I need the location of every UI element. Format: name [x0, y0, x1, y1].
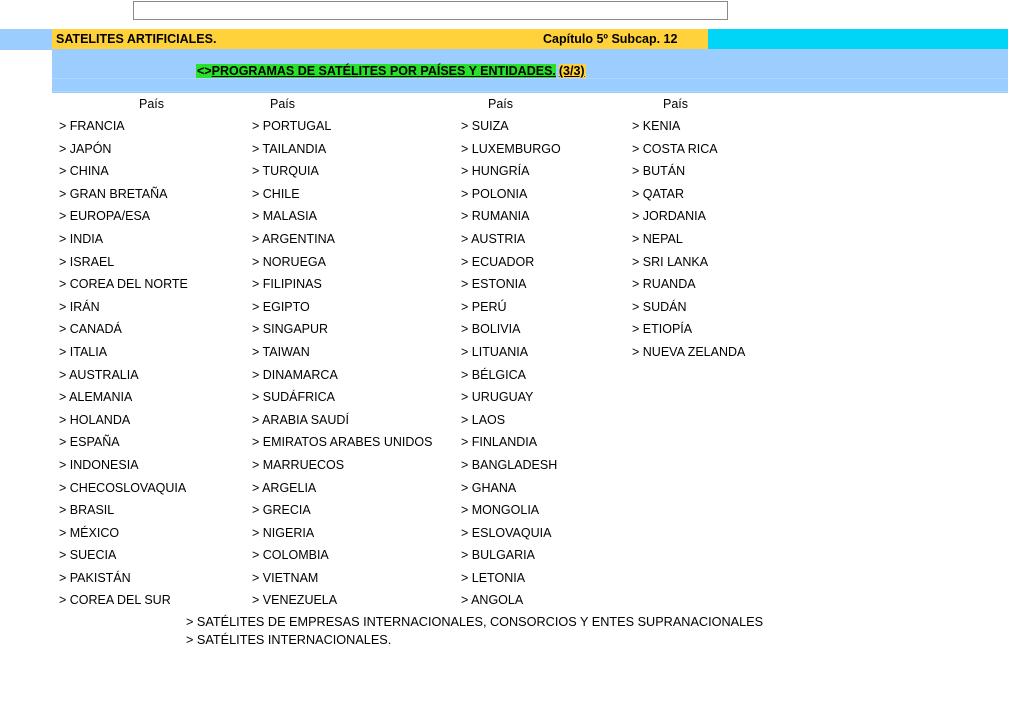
country-item[interactable]: > BANGLADESH	[461, 454, 561, 477]
footer-notes: > SATÉLITES DE EMPRESAS INTERNACIONALES,…	[186, 613, 763, 649]
country-item[interactable]: > MONGOLIA	[461, 499, 561, 522]
country-item[interactable]: > TAIWAN	[252, 341, 433, 364]
column-header-4: País	[663, 97, 689, 111]
slide-page: SATELITES ARTIFICIALES. Capítulo 5º Subc…	[0, 0, 1020, 721]
country-column-2: > PORTUGAL > TAILANDIA > TURQUIA > CHILE > M…	[252, 115, 433, 612]
banner-seam-lower	[52, 91, 1008, 92]
country-item[interactable]: > ECUADOR	[461, 251, 561, 274]
country-item[interactable]: > ARGELIA	[252, 477, 433, 500]
page-title: SATELITES ARTIFICIALES.	[56, 32, 217, 46]
country-item[interactable]: > SUECIA	[59, 544, 188, 567]
country-item[interactable]: > KENIA	[632, 115, 745, 138]
country-item[interactable]: > QATAR	[632, 183, 745, 206]
country-item[interactable]: > NEPAL	[632, 228, 745, 251]
country-item[interactable]: > POLONIA	[461, 183, 561, 206]
country-item[interactable]: > RUANDA	[632, 273, 745, 296]
subtitle-text: PROGRAMAS DE SATÉLITES POR PAÍSES Y ENTI…	[211, 64, 556, 78]
country-item[interactable]: > JORDANIA	[632, 205, 745, 228]
column-header-1: País	[139, 97, 165, 111]
country-item[interactable]: > SINGAPUR	[252, 318, 433, 341]
country-item[interactable]: > GRAN BRETAÑA	[59, 183, 188, 206]
country-item[interactable]: > TAILANDIA	[252, 138, 433, 161]
country-item[interactable]: > ETIOPÍA	[632, 318, 745, 341]
country-item[interactable]: > HOLANDA	[59, 409, 188, 432]
country-item[interactable]: > IRÁN	[59, 296, 188, 319]
country-item[interactable]: > ITALIA	[59, 341, 188, 364]
footer-line: > SATÉLITES DE EMPRESAS INTERNACIONALES,…	[186, 615, 764, 629]
country-item[interactable]: > LITUANIA	[461, 341, 561, 364]
country-item[interactable]: > MÉXICO	[59, 522, 188, 545]
country-item[interactable]: > SUDÁFRICA	[252, 386, 433, 409]
country-item[interactable]: > ANGOLA	[461, 589, 561, 612]
country-item[interactable]: > HUNGRÍA	[461, 160, 561, 183]
country-item[interactable]: > SUDÁN	[632, 296, 745, 319]
country-item[interactable]: > LETONIA	[461, 567, 561, 590]
country-column-3: > SUIZA > LUXEMBURGO > HUNGRÍA > POLONIA > R…	[461, 115, 561, 612]
banner: SATELITES ARTIFICIALES. Capítulo 5º Subc…	[0, 29, 1020, 93]
country-item[interactable]: > AUSTRIA	[461, 228, 561, 251]
country-item[interactable]: > EMIRATOS ARABES UNIDOS	[252, 431, 433, 454]
country-item[interactable]: > ESLOVAQUIA	[461, 522, 561, 545]
country-item[interactable]: > PERÚ	[461, 296, 561, 319]
country-item[interactable]: > ALEMANIA	[59, 386, 188, 409]
country-item[interactable]: > NIGERIA	[252, 522, 433, 545]
country-item[interactable]: > COLOMBIA	[252, 544, 433, 567]
country-item[interactable]: > INDIA	[59, 228, 188, 251]
country-item[interactable]: > ARABIA SAUDÍ	[252, 409, 433, 432]
subtitle-page-count: (3/3)	[558, 64, 586, 78]
country-item[interactable]: > INDONESIA	[59, 454, 188, 477]
country-item[interactable]: > EUROPA/ESA	[59, 205, 188, 228]
country-item[interactable]: > MALASIA	[252, 205, 433, 228]
country-item[interactable]: > DINAMARCA	[252, 364, 433, 387]
country-item[interactable]: > BÉLGICA	[461, 364, 561, 387]
country-item[interactable]: > COREA DEL NORTE	[59, 273, 188, 296]
country-item[interactable]: > CANADÁ	[59, 318, 188, 341]
country-item[interactable]: > COREA DEL SUR	[59, 589, 188, 612]
country-item[interactable]: > ARGENTINA	[252, 228, 433, 251]
subtitle-marker-icon: <>	[196, 64, 212, 78]
country-item[interactable]: > CHECOSLOVAQUIA	[59, 477, 188, 500]
country-item[interactable]: > FRANCIA	[59, 115, 188, 138]
country-item[interactable]: > LUXEMBURGO	[461, 138, 561, 161]
country-item[interactable]: > ESPAÑA	[59, 431, 188, 454]
country-item[interactable]: > GRECIA	[252, 499, 433, 522]
country-item[interactable]: > PAKISTÁN	[59, 567, 188, 590]
country-item[interactable]: > JAPÓN	[59, 138, 188, 161]
country-item[interactable]: > TURQUIA	[252, 160, 433, 183]
country-item[interactable]: > BRASIL	[59, 499, 188, 522]
country-item[interactable]: > CHINA	[59, 160, 188, 183]
footer-line: > SATÉLITES INTERNACIONALES.	[186, 633, 392, 647]
country-item[interactable]: > GHANA	[461, 477, 561, 500]
country-item[interactable]: > NORUEGA	[252, 251, 433, 274]
chapter-label: Capítulo 5º Subcap. 12	[543, 32, 678, 46]
country-item[interactable]: > COSTA RICA	[632, 138, 745, 161]
country-item[interactable]: > URUGUAY	[461, 386, 561, 409]
country-item[interactable]: > FINLANDIA	[461, 431, 561, 454]
country-item[interactable]: > NUEVA ZELANDA	[632, 341, 745, 364]
country-item[interactable]: > PORTUGAL	[252, 115, 433, 138]
country-item[interactable]: > LAOS	[461, 409, 561, 432]
country-item[interactable]: > BUTÁN	[632, 160, 745, 183]
country-item[interactable]: > AUSTRALIA	[59, 364, 188, 387]
country-item[interactable]: > BULGARIA	[461, 544, 561, 567]
country-item[interactable]: > BOLIVIA	[461, 318, 561, 341]
country-column-4: > KENIA > COSTA RICA > BUTÁN > QATAR > JORDA…	[632, 115, 745, 364]
country-item[interactable]: > ESTONIA	[461, 273, 561, 296]
country-item[interactable]: > SRI LANKA	[632, 251, 745, 274]
banner-cyan-bar	[708, 29, 1008, 49]
country-item[interactable]: > RUMANIA	[461, 205, 561, 228]
country-item[interactable]: > ISRAEL	[59, 251, 188, 274]
country-item[interactable]: > EGIPTO	[252, 296, 433, 319]
country-column-1: > FRANCIA > JAPÓN > CHINA > GRAN BRETAÑA > E…	[59, 115, 188, 612]
column-header-2: País	[270, 97, 296, 111]
country-item[interactable]: > SUIZA	[461, 115, 561, 138]
country-item[interactable]: > MARRUECOS	[252, 454, 433, 477]
top-empty-textbox[interactable]	[133, 1, 728, 20]
country-item[interactable]: > CHILE	[252, 183, 433, 206]
country-item[interactable]: > VIETNAM	[252, 567, 433, 590]
country-item[interactable]: > FILIPINAS	[252, 273, 433, 296]
country-item[interactable]: > VENEZUELA	[252, 589, 433, 612]
subtitle-row[interactable]: <>PROGRAMAS DE SATÉLITES POR PAÍSES Y EN…	[196, 63, 586, 79]
column-header-3: País	[488, 97, 514, 111]
